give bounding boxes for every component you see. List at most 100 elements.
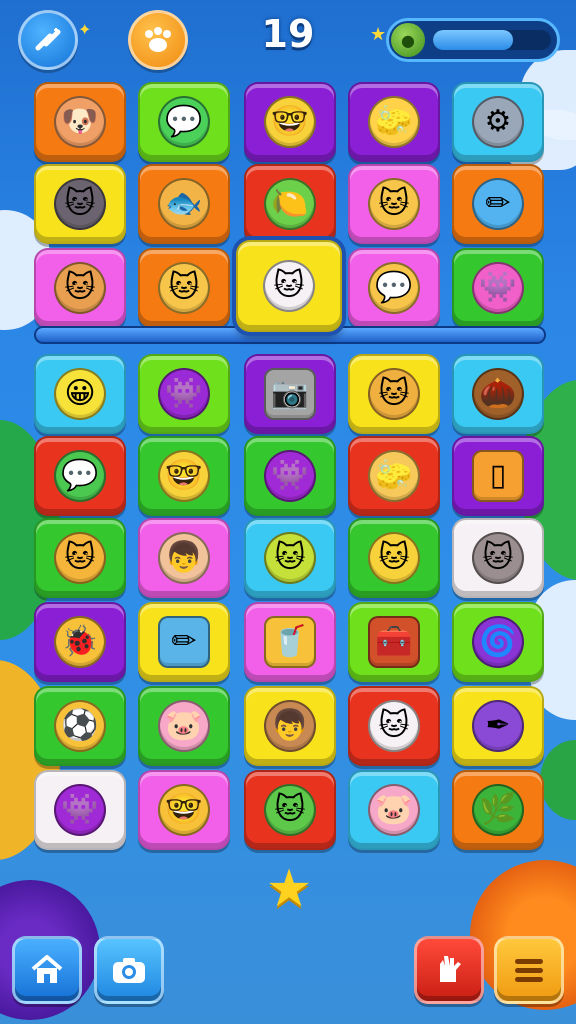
game-tile[interactable]: 👦 xyxy=(244,686,336,766)
purple-blob-icon: 👾 xyxy=(54,784,106,836)
pen-circle-icon: ✒ xyxy=(472,700,524,752)
white-cat-icon: 🐱 xyxy=(368,700,420,752)
leaf-icon: 🌿 xyxy=(472,784,524,836)
game-tile[interactable]: 👾 xyxy=(452,248,544,328)
camera-button[interactable] xyxy=(94,936,164,1004)
hint-button[interactable] xyxy=(414,936,484,1004)
home-button[interactable] xyxy=(12,936,82,1004)
pencil-cup-icon: 🥤 xyxy=(264,616,316,668)
white-cat-icon: 🐱 xyxy=(263,260,315,312)
game-tile[interactable]: 🐱 xyxy=(244,518,336,598)
game-tile[interactable]: 👦 xyxy=(138,518,230,598)
cat-face-icon: 🐱 xyxy=(368,368,420,420)
game-tile[interactable]: 🐱 xyxy=(348,164,440,244)
game-tile[interactable]: 🐱 xyxy=(34,248,126,328)
game-tile[interactable]: ✒ xyxy=(452,686,544,766)
game-tile[interactable]: 🤓 xyxy=(138,770,230,850)
game-tile[interactable]: 🐱 xyxy=(348,518,440,598)
score-counter: 19 xyxy=(261,12,315,56)
bush xyxy=(540,740,576,820)
treasure-box-icon: 🧰 xyxy=(368,616,420,668)
fruit-icon: ● xyxy=(391,23,425,57)
kid-face-icon: 👦 xyxy=(158,532,210,584)
nerd-face-icon: 🤓 xyxy=(264,96,316,148)
game-tile[interactable]: 🧰 xyxy=(348,602,440,682)
mirror-icon: ▯ xyxy=(472,450,524,502)
game-tile[interactable]: 🐷 xyxy=(138,686,230,766)
game-tile[interactable]: ▯ xyxy=(452,436,544,516)
game-tile[interactable]: 🌀 xyxy=(452,602,544,682)
speech-face-icon: 💬 xyxy=(368,262,420,314)
game-tile[interactable]: 🐱 xyxy=(236,240,342,332)
game-tile[interactable]: 🐱 xyxy=(34,518,126,598)
game-tile[interactable]: ✏ xyxy=(138,602,230,682)
gray-cat-icon: 🐱 xyxy=(472,532,524,584)
cat-face-icon: 🐱 xyxy=(368,532,420,584)
robot-badge-icon: ⚙ xyxy=(472,96,524,148)
smiley-face-icon: 😀 xyxy=(54,368,106,420)
pink-blob-icon: 👾 xyxy=(472,262,524,314)
game-tile[interactable]: 🤓 xyxy=(138,436,230,516)
level-progress-bar: ● xyxy=(386,18,560,62)
game-tile[interactable]: 🐱 xyxy=(244,770,336,850)
cat-face-icon: 🐱 xyxy=(368,178,420,230)
paper-pencil-icon: ✏ xyxy=(158,616,210,668)
game-tile[interactable]: ⚽ xyxy=(34,686,126,766)
game-tile[interactable]: 🐱 xyxy=(138,248,230,328)
sparkle-icon: ✦ xyxy=(78,20,92,39)
game-tile[interactable]: 🐶 xyxy=(34,82,126,162)
green-chat-icon: 💬 xyxy=(54,450,106,502)
lime-icon: 🍋 xyxy=(264,178,316,230)
black-cat-icon: 🐱 xyxy=(54,178,106,230)
game-tile[interactable]: 🥤 xyxy=(244,602,336,682)
star-icon[interactable]: ★ xyxy=(262,862,316,916)
game-tile[interactable]: 🐱 xyxy=(452,518,544,598)
game-tile[interactable]: 💬 xyxy=(138,82,230,162)
paw-button[interactable] xyxy=(128,10,188,70)
game-tile[interactable]: ⚙ xyxy=(452,82,544,162)
game-tile[interactable]: 👾 xyxy=(138,354,230,434)
game-tile[interactable]: 🐱 xyxy=(348,354,440,434)
cat-face-icon: 🐱 xyxy=(54,262,106,314)
cat-face-icon: 🐱 xyxy=(158,262,210,314)
game-tile[interactable]: 🌰 xyxy=(452,354,544,434)
wand-icon xyxy=(35,28,61,51)
game-tile[interactable]: 📷 xyxy=(244,354,336,434)
game-tile[interactable]: 🤓 xyxy=(244,82,336,162)
wand-button[interactable] xyxy=(18,10,78,70)
purple-blob-icon: 👾 xyxy=(264,450,316,502)
camera-box-icon: 📷 xyxy=(264,368,316,420)
game-tile[interactable]: 💬 xyxy=(34,436,126,516)
game-tile[interactable]: 👾 xyxy=(34,770,126,850)
eraser-icon: 🧽 xyxy=(368,450,420,502)
game-tile[interactable]: ✏ xyxy=(452,164,544,244)
game-tile[interactable]: 🧽 xyxy=(348,436,440,516)
game-tile[interactable]: 🍋 xyxy=(244,164,336,244)
eraser-icon: 🧽 xyxy=(368,96,420,148)
kid-face-icon: 👦 xyxy=(264,700,316,752)
game-tile[interactable]: 🌿 xyxy=(452,770,544,850)
home-icon xyxy=(31,955,63,983)
glasses-face-icon: 🤓 xyxy=(158,784,210,836)
menu-icon xyxy=(515,959,543,982)
game-tile[interactable]: 😀 xyxy=(34,354,126,434)
glove-icon xyxy=(440,956,461,982)
swirl-icon: 🌀 xyxy=(472,616,524,668)
game-tile[interactable]: 🐱 xyxy=(348,686,440,766)
striped-ball-icon: ⚽ xyxy=(54,700,106,752)
game-tile[interactable]: 🐟 xyxy=(138,164,230,244)
paw-icon xyxy=(145,27,171,52)
pig-face-icon: 🐷 xyxy=(158,700,210,752)
game-tile[interactable]: 🐱 xyxy=(34,164,126,244)
menu-button[interactable] xyxy=(494,936,564,1004)
game-tile[interactable]: 🧽 xyxy=(348,82,440,162)
progress-fill xyxy=(433,30,514,50)
game-tile[interactable]: 💬 xyxy=(348,248,440,328)
glasses-face-icon: 🤓 xyxy=(158,450,210,502)
game-tile[interactable]: 🐞 xyxy=(34,602,126,682)
fish-icon: 🐟 xyxy=(158,178,210,230)
game-tile[interactable]: 👾 xyxy=(244,436,336,516)
green-cat-icon: 🐱 xyxy=(264,784,316,836)
acorn-icon: 🌰 xyxy=(472,368,524,420)
game-tile[interactable]: 🐷 xyxy=(348,770,440,850)
